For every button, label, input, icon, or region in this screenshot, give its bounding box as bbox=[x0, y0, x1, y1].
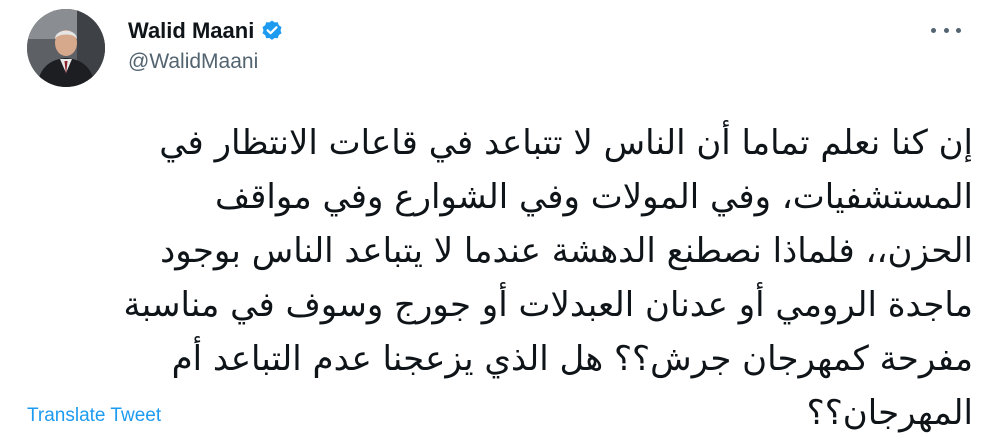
display-name[interactable]: Walid Maani bbox=[128, 18, 254, 44]
tweet-text-line: المهرجان؟؟ bbox=[806, 393, 973, 433]
tweet-text: إن كنا نعلم تماما أن الناس لا تتباعد في … bbox=[25, 116, 974, 440]
tweet-header: Walid Maani @WalidMaani bbox=[128, 16, 284, 74]
tweet-text-line: الحزن،، فلماذا نصطنع الدهشة عندما لا يتب… bbox=[160, 231, 973, 271]
more-options-icon[interactable] bbox=[931, 18, 961, 42]
user-handle[interactable]: @WalidMaani bbox=[128, 50, 284, 74]
verified-badge-icon bbox=[260, 19, 284, 43]
avatar[interactable] bbox=[27, 9, 105, 87]
tweet-card: Walid Maani @WalidMaani إن كنا نعلم تمام… bbox=[0, 0, 991, 438]
tweet-text-line: ماجدة الرومي أو عدنان العبدلات أو جورج و… bbox=[123, 285, 974, 325]
tweet-text-line: إن كنا نعلم تماما أن الناس لا تتباعد في … bbox=[159, 123, 973, 163]
tweet-text-line: مفرحة كمهرجان جرش؟؟ هل الذي يزعجنا عدم ا… bbox=[171, 339, 973, 379]
translate-tweet-link[interactable]: Translate Tweet bbox=[27, 405, 161, 427]
name-row: Walid Maani bbox=[128, 16, 284, 46]
profile-photo-icon bbox=[27, 9, 105, 87]
tweet-text-line: المستشفيات، وفي المولات وفي الشوارع وفي … bbox=[214, 177, 973, 217]
